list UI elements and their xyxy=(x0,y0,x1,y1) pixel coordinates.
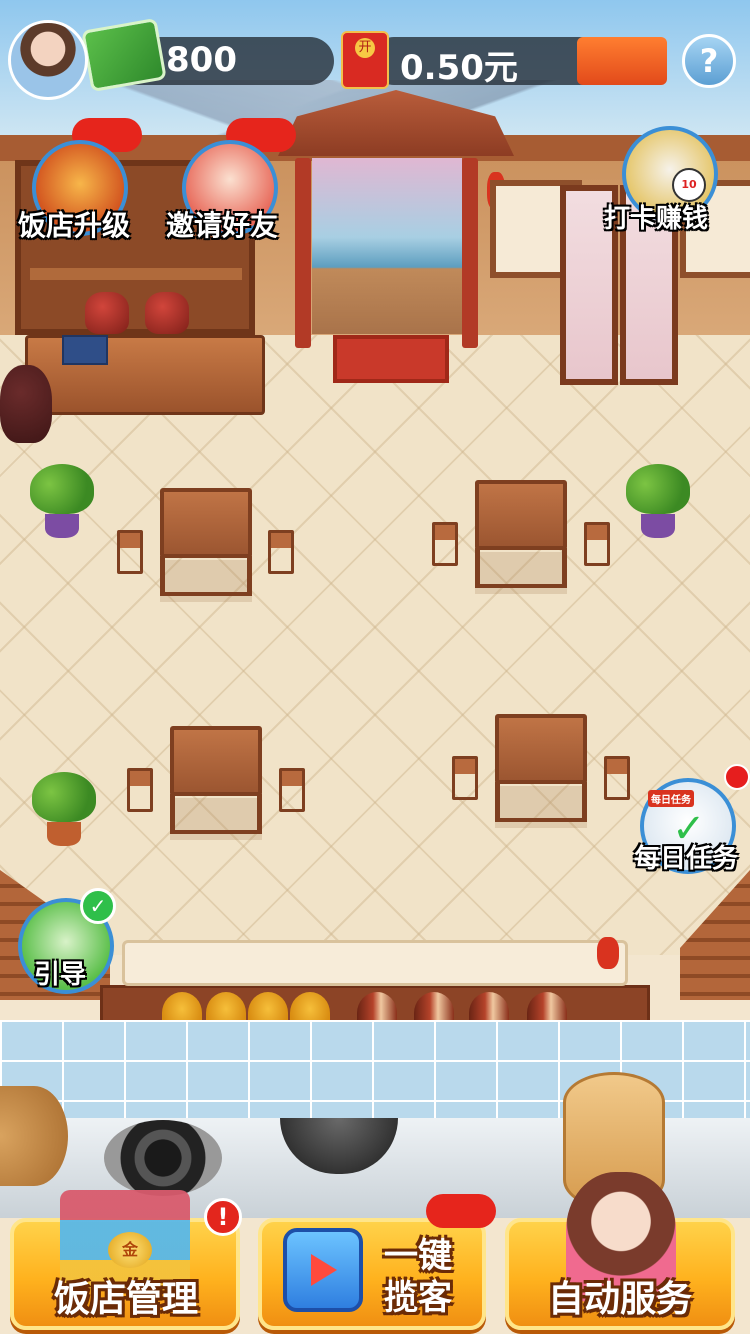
table-legs xyxy=(495,782,587,822)
shelf-board xyxy=(30,268,242,280)
dining-table[interactable] xyxy=(475,480,567,550)
plant-leaves xyxy=(626,464,690,514)
daily-task-icon-text: 每日任务 xyxy=(648,790,694,807)
lantern xyxy=(597,937,619,969)
checkin-earn-label[interactable]: 打卡赚钱 xyxy=(604,198,708,235)
potted-plant xyxy=(30,464,94,538)
potted-plant xyxy=(32,772,96,846)
redpacket-amount: 0.50元 xyxy=(400,48,518,88)
serving-counter-top xyxy=(122,940,628,986)
entrance-pillar-right xyxy=(462,158,478,348)
ledger-book xyxy=(62,335,108,365)
stool[interactable] xyxy=(604,756,630,800)
dining-table[interactable] xyxy=(170,726,262,796)
redpacket-seal: 开 xyxy=(355,38,375,58)
dining-table[interactable] xyxy=(160,488,252,558)
dining-table[interactable] xyxy=(495,714,587,784)
gold-ingot-icon: 金 xyxy=(108,1232,152,1268)
invite-friends-label[interactable]: 邀请好友 xyxy=(166,204,278,244)
stool[interactable] xyxy=(432,522,458,566)
stool[interactable] xyxy=(279,768,305,812)
withdraw-button[interactable] xyxy=(577,37,667,85)
plant-leaves xyxy=(32,772,96,822)
stool[interactable] xyxy=(584,522,610,566)
attract-badge xyxy=(426,1194,496,1228)
plant-pot xyxy=(641,514,675,538)
table-legs xyxy=(475,548,567,588)
large-wine-jar xyxy=(0,365,52,443)
guide-label[interactable]: 引导 xyxy=(34,954,86,991)
plant-leaves xyxy=(30,464,94,514)
restaurant-management-label: 饭店管理 xyxy=(54,1279,199,1320)
cash-stack-icon xyxy=(81,17,167,93)
plant-pot xyxy=(45,514,79,538)
play-icon xyxy=(311,1254,337,1286)
help-button[interactable]: ? xyxy=(682,34,736,88)
daily-tasks-label[interactable]: 每日任务 xyxy=(634,838,738,875)
management-alert-icon: ! xyxy=(204,1198,242,1236)
front-desk xyxy=(25,335,265,415)
wine-jar xyxy=(145,292,189,334)
table-legs xyxy=(170,794,262,834)
entrance-view xyxy=(312,158,462,334)
stool[interactable] xyxy=(268,530,294,574)
plant-pot xyxy=(47,822,81,846)
stool[interactable] xyxy=(452,756,478,800)
guide-complete-check-icon: ✓ xyxy=(80,888,116,924)
one-click-label-line2: 揽客 xyxy=(384,1278,452,1318)
entrance-pillar-left xyxy=(295,158,311,348)
cash-amount: 800 xyxy=(166,40,237,80)
entrance-rug xyxy=(333,335,449,383)
player-avatar[interactable] xyxy=(8,20,88,100)
stove-burner xyxy=(104,1120,222,1196)
potted-plant xyxy=(626,464,690,538)
stool[interactable] xyxy=(117,530,143,574)
daily-task-notification-dot xyxy=(724,764,750,790)
restaurant-upgrade-label[interactable]: 饭店升级 xyxy=(18,204,130,244)
clock-icon: 10 xyxy=(672,168,706,202)
table-legs xyxy=(160,556,252,596)
stool[interactable] xyxy=(127,768,153,812)
wine-jar xyxy=(85,292,129,334)
cutting-board xyxy=(0,1086,68,1186)
auto-service-label: 自动服务 xyxy=(548,1279,693,1320)
